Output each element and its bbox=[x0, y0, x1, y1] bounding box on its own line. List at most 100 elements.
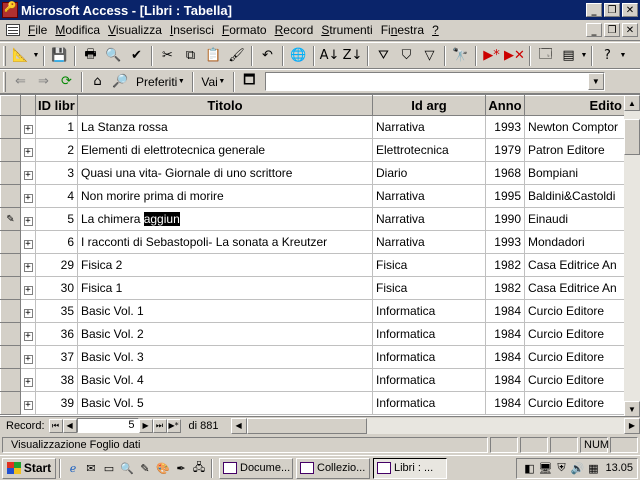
record-selector[interactable] bbox=[0, 299, 21, 323]
title-cell[interactable]: Basic Vol. 2 bbox=[77, 322, 373, 346]
task-button-1[interactable]: Collezio... bbox=[296, 457, 370, 479]
record-selector[interactable] bbox=[0, 368, 21, 392]
arg-cell[interactable]: Informatica bbox=[372, 299, 486, 323]
view-icon[interactable]: 📐 bbox=[9, 45, 32, 67]
menu-item-1[interactable]: Modifica bbox=[51, 23, 104, 37]
next-record-icon[interactable]: ▶ bbox=[138, 418, 153, 433]
id-cell[interactable]: 30 bbox=[35, 276, 78, 300]
column-header-title[interactable]: Titolo bbox=[77, 95, 373, 116]
table-row[interactable]: +3 Quasi una vita- Giornale di uno scritt… bbox=[0, 161, 625, 185]
publisher-cell[interactable]: Curcio Editore bbox=[524, 391, 625, 415]
database-window-icon[interactable]: 🗔 bbox=[534, 45, 557, 67]
table-row[interactable]: +6 I racconti di Sebastopoli- La sonata a… bbox=[0, 230, 625, 254]
notepad-icon[interactable]: ✎ bbox=[136, 459, 154, 477]
scroll-thumb[interactable] bbox=[624, 119, 640, 155]
new-record-nav-icon[interactable]: ▶* bbox=[166, 418, 181, 433]
delete-record-icon[interactable]: ▶✕ bbox=[503, 45, 526, 67]
publisher-cell[interactable]: Curcio Editore bbox=[524, 368, 625, 392]
menu-item-6[interactable]: Strumenti bbox=[317, 23, 376, 37]
expand-cell[interactable]: + bbox=[20, 115, 36, 139]
id-cell[interactable]: 1 bbox=[35, 115, 78, 139]
expand-plus-icon[interactable]: + bbox=[23, 194, 33, 203]
expand-cell[interactable]: + bbox=[20, 253, 36, 277]
id-cell[interactable]: 39 bbox=[35, 391, 78, 415]
menu-item-2[interactable]: Visualizza bbox=[104, 23, 166, 37]
toolbar-grip[interactable] bbox=[3, 45, 6, 66]
id-cell[interactable]: 38 bbox=[35, 368, 78, 392]
record-selector[interactable]: ✎ bbox=[0, 207, 21, 231]
publisher-cell[interactable]: Casa Editrice An bbox=[524, 276, 625, 300]
expand-cell[interactable]: + bbox=[20, 230, 36, 254]
cut-icon[interactable]: ✂ bbox=[156, 45, 179, 67]
arg-cell[interactable]: Informatica bbox=[372, 368, 486, 392]
id-cell[interactable]: 4 bbox=[35, 184, 78, 208]
id-cell[interactable]: 29 bbox=[35, 253, 78, 277]
expand-cell[interactable]: + bbox=[20, 207, 36, 231]
arg-cell[interactable]: Narrativa bbox=[372, 207, 486, 231]
home-icon[interactable]: ⌂ bbox=[86, 71, 109, 93]
scroll-right-icon[interactable]: ▶ bbox=[624, 417, 640, 434]
expand-plus-icon[interactable]: + bbox=[23, 148, 33, 157]
address-dropdown-icon[interactable]: ▼ bbox=[587, 73, 604, 90]
favorites-menu[interactable]: Preferiti ▼ bbox=[132, 75, 189, 89]
find-icon[interactable]: 🔭 bbox=[449, 45, 472, 67]
tray-volume-icon[interactable]: 🔊 bbox=[569, 459, 585, 477]
title-cell[interactable]: La Stanza rossa bbox=[77, 115, 373, 139]
year-cell[interactable]: 1995 bbox=[485, 184, 525, 208]
table-row[interactable]: +38 Basic Vol. 4 Informatica 1984 Curcio Edi… bbox=[0, 368, 625, 392]
doc-close-button[interactable]: ✕ bbox=[622, 23, 638, 37]
expand-plus-icon[interactable]: + bbox=[23, 378, 33, 387]
table-row[interactable]: +1 La Stanza rossa Narrativa 1993 Newton Com… bbox=[0, 115, 625, 139]
copy-icon[interactable]: ⧉ bbox=[179, 45, 202, 67]
arg-cell[interactable]: Narrativa bbox=[372, 115, 486, 139]
help-dropdown-icon[interactable]: ▼ bbox=[619, 52, 627, 59]
year-cell[interactable]: 1993 bbox=[485, 230, 525, 254]
title-cell[interactable]: Fisica 2 bbox=[77, 253, 373, 277]
year-cell[interactable]: 1984 bbox=[485, 368, 525, 392]
search-web-icon[interactable]: 🔎 bbox=[109, 71, 132, 93]
title-cell[interactable]: Quasi una vita- Giornale di uno scrittor… bbox=[77, 161, 373, 185]
format-painter-icon[interactable]: 🖌 bbox=[225, 45, 248, 67]
expand-cell[interactable]: + bbox=[20, 322, 36, 346]
id-cell[interactable]: 37 bbox=[35, 345, 78, 369]
doc-restore-button[interactable]: ❐ bbox=[604, 23, 620, 37]
scroll-left-icon[interactable]: ◀ bbox=[230, 417, 247, 434]
expand-plus-icon[interactable]: + bbox=[23, 125, 33, 134]
new-record-icon[interactable]: ▶* bbox=[480, 45, 503, 67]
title-cell[interactable]: Non morire prima di morire bbox=[77, 184, 373, 208]
expand-plus-icon[interactable]: + bbox=[23, 263, 33, 272]
publisher-cell[interactable]: Casa Editrice An bbox=[524, 253, 625, 277]
search-quicklaunch-icon[interactable]: 🔍 bbox=[118, 459, 136, 477]
table-row[interactable]: +36 Basic Vol. 2 Informatica 1984 Curcio Edi… bbox=[0, 322, 625, 346]
record-selector[interactable] bbox=[0, 115, 21, 139]
expand-plus-icon[interactable]: + bbox=[23, 309, 33, 318]
expand-cell[interactable]: + bbox=[20, 345, 36, 369]
table-row[interactable]: +39 Basic Vol. 5 Informatica 1984 Curcio Edi… bbox=[0, 391, 625, 415]
new-object-icon[interactable]: ▤ bbox=[557, 45, 580, 67]
expand-plus-icon[interactable]: + bbox=[23, 171, 33, 180]
year-cell[interactable]: 1982 bbox=[485, 276, 525, 300]
vertical-scrollbar[interactable]: ▲ ▼ bbox=[624, 95, 640, 416]
outlook-express-icon[interactable]: ✉ bbox=[82, 459, 100, 477]
publisher-cell[interactable]: Baldini&Castoldi bbox=[524, 184, 625, 208]
arg-cell[interactable]: Informatica bbox=[372, 322, 486, 346]
title-cell[interactable]: Basic Vol. 4 bbox=[77, 368, 373, 392]
record-selector[interactable] bbox=[0, 345, 21, 369]
arg-cell[interactable]: Narrativa bbox=[372, 230, 486, 254]
menu-item-0[interactable]: File bbox=[24, 23, 51, 37]
expand-plus-icon[interactable]: + bbox=[23, 332, 33, 341]
address-field[interactable]: ▼ bbox=[264, 72, 605, 91]
year-cell[interactable]: 1979 bbox=[485, 138, 525, 162]
show-desktop-icon[interactable]: ▭ bbox=[100, 459, 118, 477]
hyperlink-icon[interactable]: 🌐 bbox=[287, 45, 310, 67]
pen-icon[interactable]: ✒ bbox=[172, 459, 190, 477]
table-row[interactable]: +29 Fisica 2 Fisica 1982 Casa Editrice An bbox=[0, 253, 625, 277]
save-icon[interactable]: 💾 bbox=[48, 45, 71, 67]
publisher-cell[interactable]: Curcio Editore bbox=[524, 322, 625, 346]
id-cell[interactable]: 35 bbox=[35, 299, 78, 323]
paint-icon[interactable]: 🎨 bbox=[154, 459, 172, 477]
arg-cell[interactable]: Elettrotecnica bbox=[372, 138, 486, 162]
expand-plus-icon[interactable]: + bbox=[23, 286, 33, 295]
expand-cell[interactable]: + bbox=[20, 276, 36, 300]
table-row[interactable]: +2 Elementi di elettrotecnica generale Ele… bbox=[0, 138, 625, 162]
